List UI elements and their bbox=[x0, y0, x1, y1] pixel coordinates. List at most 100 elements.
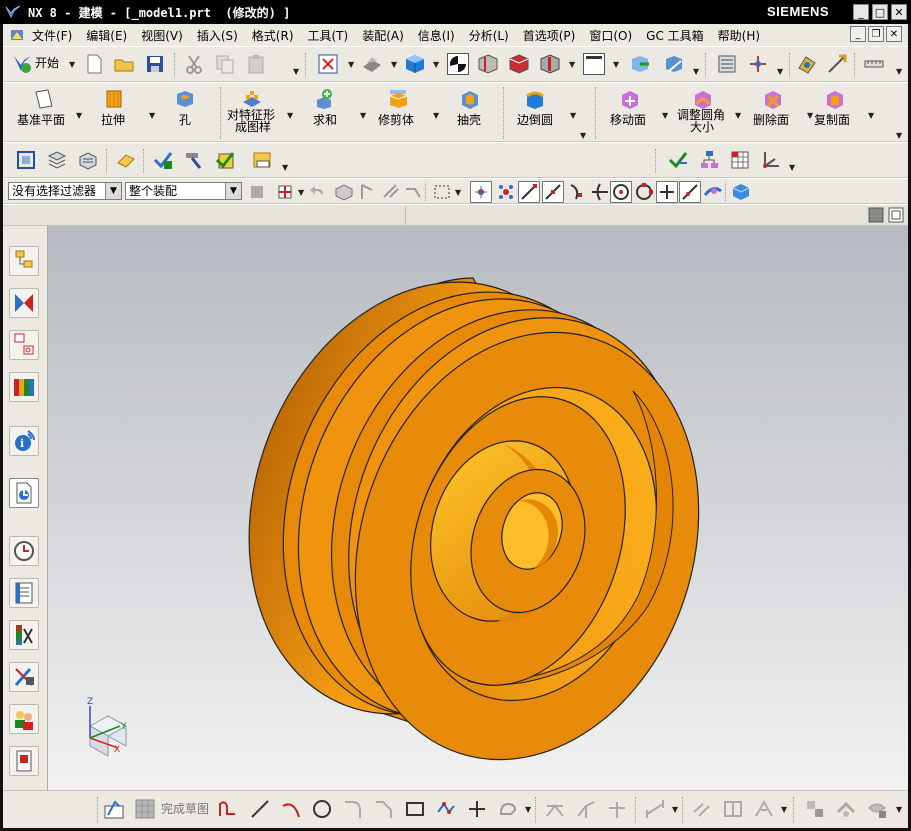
orient-view-icon[interactable] bbox=[447, 53, 469, 75]
measure-distance-icon[interactable] bbox=[863, 53, 885, 75]
history-palette-icon[interactable] bbox=[9, 478, 39, 508]
cut-icon[interactable] bbox=[183, 53, 205, 75]
sketch-icon[interactable] bbox=[103, 798, 125, 820]
wcs-orient-icon[interactable] bbox=[629, 53, 651, 75]
doc-close-icon[interactable]: ✕ bbox=[886, 26, 902, 42]
solid-body-cube-icon[interactable] bbox=[730, 181, 752, 203]
report-icon[interactable] bbox=[251, 149, 273, 171]
layer-settings-icon[interactable] bbox=[716, 53, 738, 75]
extrude-button[interactable]: 拉伸 bbox=[101, 114, 125, 127]
mid-point-icon[interactable] bbox=[542, 181, 564, 203]
minimize-button[interactable]: _ bbox=[853, 4, 869, 20]
menu-information[interactable]: 信息(I) bbox=[411, 27, 462, 44]
arc-center-icon[interactable] bbox=[610, 181, 632, 203]
clipping-cube-icon[interactable] bbox=[539, 53, 561, 75]
point-analysis-icon[interactable] bbox=[826, 53, 848, 75]
snap-point-icon[interactable] bbox=[470, 181, 492, 203]
menu-insert[interactable]: 插入(S) bbox=[190, 27, 245, 44]
copy-icon[interactable] bbox=[214, 53, 236, 75]
menu-file[interactable]: 文件(F) bbox=[25, 27, 79, 44]
save-icon[interactable] bbox=[144, 53, 166, 75]
web-browser-icon[interactable]: i bbox=[9, 426, 39, 456]
auto-constrain-icon[interactable] bbox=[722, 798, 744, 820]
roles-users-icon[interactable] bbox=[9, 704, 39, 734]
menu-analysis[interactable]: 分析(L) bbox=[462, 27, 516, 44]
section-cube-icon[interactable] bbox=[508, 53, 530, 75]
model-tree-icon[interactable] bbox=[698, 149, 720, 171]
paste-icon[interactable] bbox=[245, 53, 267, 75]
intersection-point-icon[interactable] bbox=[589, 181, 611, 203]
hole-button[interactable]: 孔 bbox=[179, 114, 191, 127]
trim-body-button[interactable]: 修剪体 bbox=[378, 114, 414, 127]
resize-blend-button-line2[interactable]: 大小 bbox=[690, 121, 714, 134]
chamfer-icon[interactable] bbox=[373, 798, 395, 820]
undo-arrow-icon[interactable] bbox=[307, 181, 329, 203]
rendering-style-icon[interactable] bbox=[361, 53, 383, 75]
assembly-navigator-icon[interactable] bbox=[9, 246, 39, 276]
fit-view-icon[interactable] bbox=[317, 53, 339, 75]
new-file-icon[interactable] bbox=[83, 53, 105, 75]
end-point-icon[interactable] bbox=[518, 181, 540, 203]
quick-trim-icon[interactable] bbox=[544, 798, 566, 820]
background-color-icon[interactable] bbox=[583, 53, 605, 75]
point-on-face-icon[interactable] bbox=[702, 181, 724, 203]
point-icon[interactable] bbox=[466, 798, 488, 820]
roles-tools-icon[interactable] bbox=[9, 662, 39, 692]
select-face-icon[interactable] bbox=[333, 181, 355, 203]
delete-face-button[interactable]: 删除面 bbox=[753, 114, 789, 127]
existing-point-icon[interactable] bbox=[656, 181, 678, 203]
profile-icon[interactable] bbox=[217, 798, 239, 820]
selection-scope-select[interactable]: 整个装配 ▼ bbox=[125, 182, 242, 200]
hammer-icon[interactable] bbox=[183, 149, 205, 171]
control-point-icon[interactable] bbox=[566, 181, 588, 203]
doc-minimize-icon[interactable]: _ bbox=[850, 26, 866, 42]
spreadsheet-icon[interactable] bbox=[729, 149, 751, 171]
constraint-navigator-icon[interactable] bbox=[9, 288, 39, 318]
coordinate-system-icon[interactable] bbox=[760, 149, 782, 171]
make-corner-icon[interactable] bbox=[606, 798, 628, 820]
analysis-icon[interactable] bbox=[796, 53, 818, 75]
select-body-icon[interactable] bbox=[357, 181, 379, 203]
menu-preferences[interactable]: 首选项(P) bbox=[516, 27, 583, 44]
circle-icon[interactable] bbox=[311, 798, 333, 820]
system-materials-icon[interactable] bbox=[9, 578, 39, 608]
doc-restore-icon[interactable]: ❐ bbox=[868, 26, 884, 42]
polygon-icon[interactable] bbox=[435, 798, 457, 820]
finish-sketch-button[interactable]: 完成草图 bbox=[161, 803, 209, 816]
constraints-icon[interactable] bbox=[691, 798, 713, 820]
finish-sketch-icon[interactable] bbox=[134, 798, 156, 820]
type-filter-select[interactable]: 没有选择过滤器 ▼ bbox=[8, 182, 122, 200]
check-blue-icon[interactable] bbox=[152, 149, 174, 171]
menu-edit[interactable]: 编辑(E) bbox=[79, 27, 134, 44]
arc-icon[interactable] bbox=[280, 798, 302, 820]
point-on-curve-icon[interactable] bbox=[679, 181, 701, 203]
menu-tools[interactable]: 工具(T) bbox=[301, 27, 356, 44]
menu-format[interactable]: 格式(R) bbox=[245, 27, 301, 44]
layers-stack-icon[interactable] bbox=[46, 149, 68, 171]
quadrant-point-icon[interactable] bbox=[633, 181, 655, 203]
animate-dimension-icon[interactable] bbox=[804, 798, 826, 820]
show-constraints-icon[interactable] bbox=[753, 798, 775, 820]
start-button[interactable]: 开始 bbox=[35, 57, 59, 70]
menu-window[interactable]: 窗口(O) bbox=[582, 27, 639, 44]
line-icon[interactable] bbox=[249, 798, 271, 820]
history-clock-icon[interactable] bbox=[9, 536, 39, 566]
convert-reference-icon[interactable] bbox=[835, 798, 857, 820]
move-to-layer-icon[interactable] bbox=[747, 53, 769, 75]
alternate-solution-icon[interactable] bbox=[866, 798, 888, 820]
shaded-cube-icon[interactable] bbox=[404, 53, 426, 75]
snap-grid-icon[interactable] bbox=[495, 181, 517, 203]
datum-plane-button[interactable]: 基准平面 bbox=[17, 114, 65, 127]
layer-category-icon[interactable] bbox=[77, 149, 99, 171]
menu-gc-toolkit[interactable]: GC 工具箱 bbox=[639, 27, 711, 44]
part-navigator-res-icon[interactable] bbox=[9, 330, 39, 360]
shell-button[interactable]: 抽壳 bbox=[457, 114, 481, 127]
part-navigator-icon[interactable] bbox=[15, 149, 37, 171]
select-edge-icon[interactable] bbox=[380, 181, 402, 203]
check-yellow-icon[interactable] bbox=[214, 149, 236, 171]
copy-face-button[interactable]: 复制面 bbox=[814, 114, 850, 127]
check-mate-icon[interactable] bbox=[667, 149, 689, 171]
reuse-library-icon[interactable] bbox=[9, 372, 39, 402]
fillet-icon[interactable] bbox=[342, 798, 364, 820]
wcs-dynamic-icon[interactable] bbox=[663, 53, 685, 75]
